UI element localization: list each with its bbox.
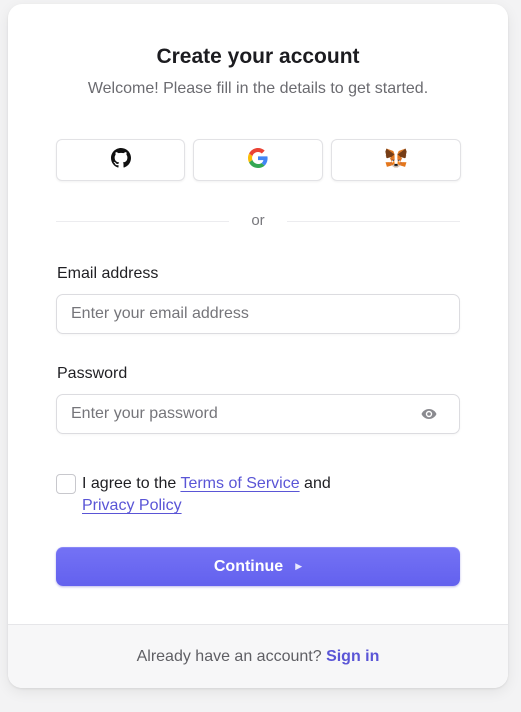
sign-in-link[interactable]: Sign in (326, 648, 379, 665)
terms-of-service-link[interactable]: Terms of Service (180, 475, 299, 492)
agree-checkbox[interactable] (56, 474, 76, 494)
eye-icon[interactable] (421, 407, 437, 421)
agreement-middle: and (299, 475, 331, 492)
continue-label: Continue (213, 557, 284, 575)
github-icon (110, 147, 131, 173)
signin-footer: Already have an account? Sign in (8, 624, 508, 688)
play-arrow-icon: ▶ (295, 561, 303, 571)
email-label: Email address (57, 265, 159, 282)
password-field-box (56, 394, 460, 434)
continue-button[interactable]: Continue ▶ (56, 547, 460, 586)
agreement-prefix: I agree to the (82, 475, 181, 492)
signup-card: Create your account Welcome! Please fill… (8, 4, 508, 688)
page-title: Create your account (156, 45, 360, 68)
signup-form: Create your account Welcome! Please fill… (8, 4, 508, 624)
page-subtitle: Welcome! Please fill in the details to g… (87, 80, 429, 97)
or-divider: or (56, 212, 460, 232)
github-login-button[interactable] (56, 139, 185, 181)
email-field[interactable] (57, 295, 459, 333)
privacy-policy-link[interactable]: Privacy Policy (82, 497, 182, 514)
email-field-box (56, 294, 460, 334)
agreement-text: I agree to the Terms of Service and Priva… (82, 473, 382, 517)
password-label: Password (57, 365, 128, 382)
metamask-fox-icon (385, 147, 407, 173)
divider-line-right (287, 221, 460, 222)
social-login-row (56, 139, 461, 181)
google-login-button[interactable] (193, 139, 323, 181)
google-icon (248, 147, 268, 173)
metamask-login-button[interactable] (331, 139, 461, 181)
password-field[interactable] (57, 395, 459, 433)
footer-text: Already have an account? (136, 648, 327, 665)
